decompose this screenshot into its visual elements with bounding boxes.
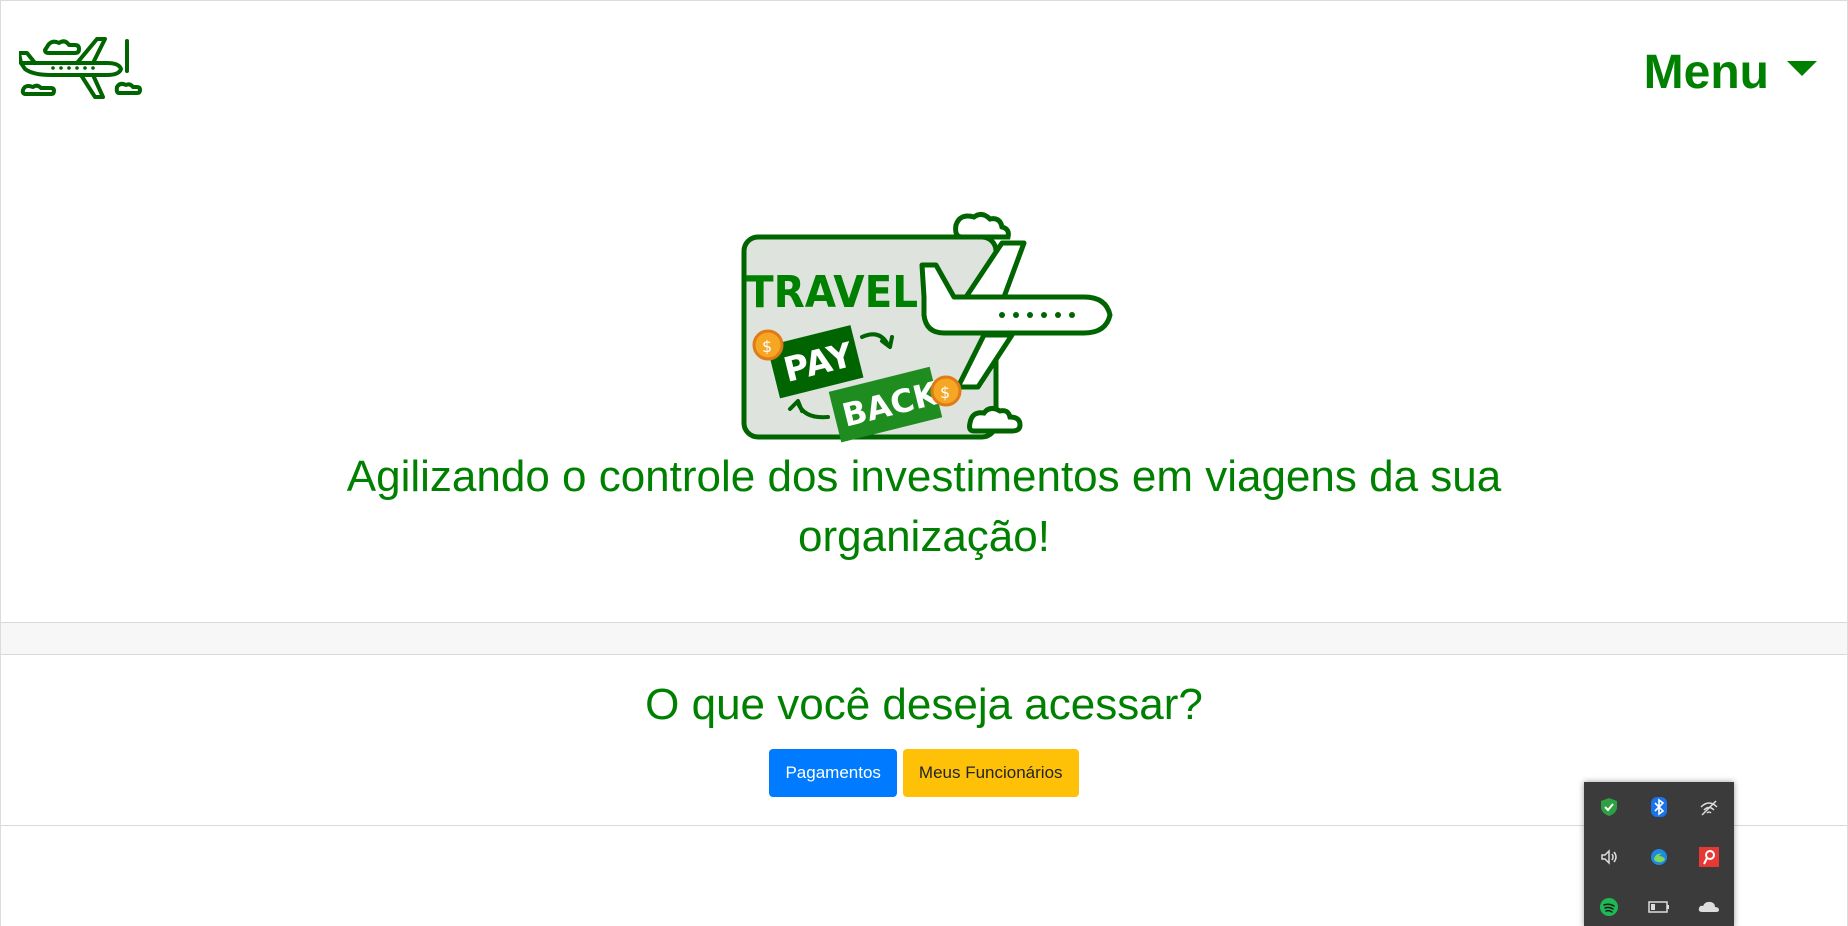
meus-funcionarios-button[interactable]: Meus Funcionários	[902, 749, 1079, 797]
pagamentos-button[interactable]: Pagamentos	[769, 749, 897, 797]
network-icon[interactable]	[1684, 782, 1734, 832]
card-header	[1, 623, 1847, 655]
volume-icon[interactable]	[1584, 832, 1634, 882]
windows-security-icon[interactable]	[1584, 782, 1634, 832]
hero-section: TRAVEL PAY BACK $ $ Agilizando o control…	[1, 211, 1847, 567]
system-tray-overflow	[1584, 782, 1734, 926]
menu-dropdown-toggle[interactable]: Menu	[1644, 49, 1817, 97]
travel-payback-logo: TRAVEL PAY BACK $ $	[741, 211, 1113, 443]
svg-text:$: $	[762, 337, 772, 356]
bluetooth-icon[interactable]	[1634, 782, 1684, 832]
spotify-icon[interactable]	[1584, 882, 1634, 926]
app-icon[interactable]	[1684, 832, 1734, 882]
edge-icon[interactable]	[1634, 832, 1684, 882]
tagline: Agilizando o controle dos investimentos …	[346, 452, 1502, 561]
onedrive-icon[interactable]	[1684, 882, 1734, 926]
battery-icon[interactable]	[1634, 882, 1684, 926]
access-title: O que você deseja acessar?	[645, 680, 1203, 729]
access-card: O que você deseja acessar? Pagamentos Me…	[1, 622, 1847, 826]
logo-text-travel: TRAVEL	[746, 267, 918, 318]
page: Menu TRAVEL PAY BACK $ $ Agilizando o co…	[0, 0, 1848, 926]
card-body: O que você deseja acessar? Pagamentos Me…	[1, 683, 1847, 797]
navbar: Menu	[1, 1, 1847, 131]
svg-text:$: $	[940, 383, 950, 402]
access-buttons: Pagamentos Meus Funcionários	[1, 749, 1847, 797]
caret-down-icon	[1787, 60, 1817, 76]
menu-label: Menu	[1643, 46, 1769, 99]
airplane-logo-icon[interactable]	[19, 35, 149, 111]
